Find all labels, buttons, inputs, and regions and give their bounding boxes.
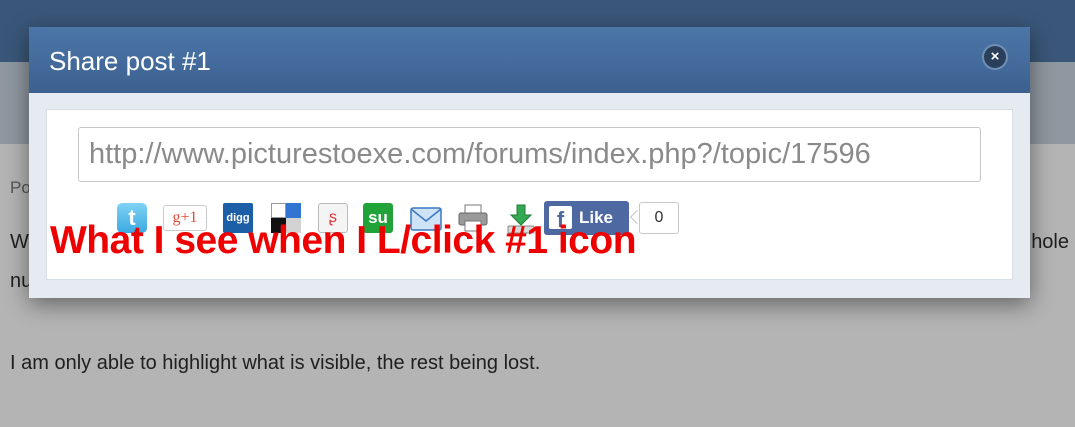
- background-text-fragment: hole: [1031, 231, 1069, 253]
- annotation-text: What I see when I L/click #1 icon: [50, 219, 637, 262]
- background-text-fragment: Po: [10, 178, 31, 197]
- modal-body: t g+1 digg ʂ su: [29, 93, 1030, 298]
- background-post-text: I am only able to highlight what is visi…: [10, 352, 541, 374]
- share-url-input[interactable]: [78, 127, 981, 182]
- background-text-fragment: W: [10, 231, 29, 253]
- close-icon[interactable]: ×: [984, 46, 1006, 68]
- modal-header: Share post #1 ×: [29, 27, 1030, 93]
- like-count: 0: [639, 202, 679, 234]
- modal-title: Share post #1: [49, 46, 211, 76]
